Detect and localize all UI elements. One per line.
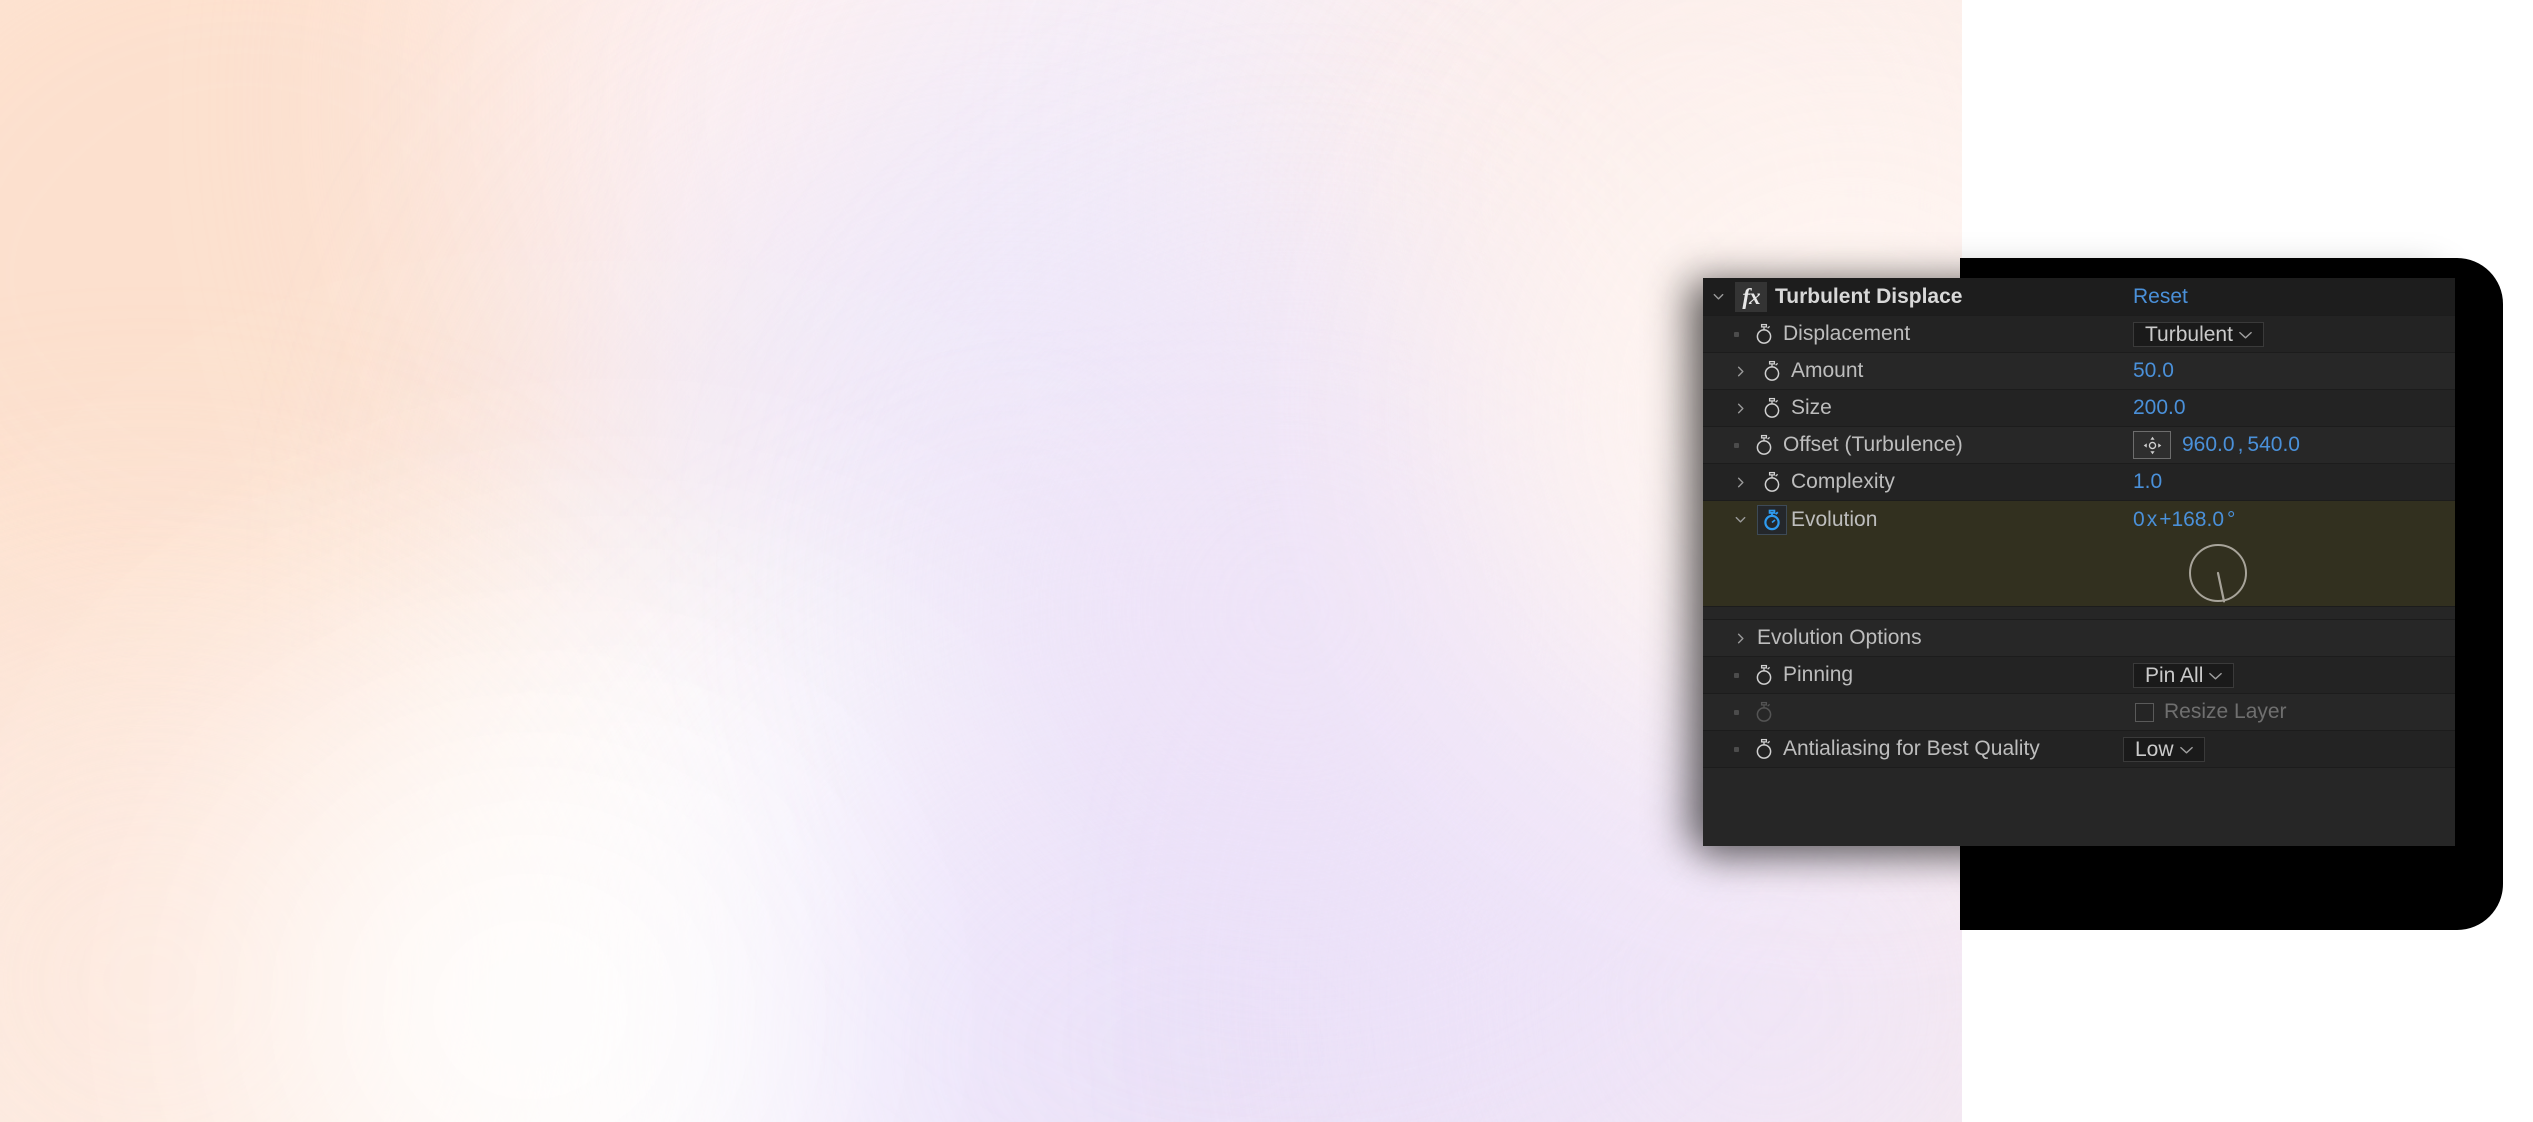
twirl-chevron-right-icon-evolution-options[interactable] <box>1725 631 1755 646</box>
angle-dial-icon[interactable] <box>2187 542 2249 610</box>
effect-header-value-col: Reset <box>2133 278 2455 315</box>
resize-layer-label: Resize Layer <box>2164 700 2287 723</box>
property-row-resize-layer: Resize Layer <box>1703 694 2455 731</box>
displacement-select-wrapper[interactable]: Turbulent <box>2133 320 2264 349</box>
panel-empty-area <box>1703 768 2455 806</box>
no-twirl-dot <box>1725 331 1747 337</box>
evolution-angle-dial-area[interactable] <box>1703 538 2455 607</box>
property-row-offset-turbulence[interactable]: Offset (Turbulence) 960.0 , 540.0 <box>1703 427 2455 464</box>
value-amount[interactable]: 50.0 <box>2133 359 2174 383</box>
value-cell-complexity: 1.0 <box>2133 464 2455 500</box>
value-evolution-degree-symbol: ° <box>2227 507 2236 531</box>
value-cell-displacement: Turbulent <box>2133 316 2455 352</box>
antialiasing-select[interactable]: Low <box>2123 736 2205 762</box>
twirl-chevron-right-icon-amount[interactable] <box>1725 364 1755 379</box>
effect-title: Turbulent Displace <box>1775 284 1963 308</box>
property-label-displacement: Displacement <box>1783 322 1911 345</box>
value-cell-pinning: Pin All <box>2133 657 2455 693</box>
stopwatch-active-box <box>1757 504 1787 535</box>
value-evolution-revolutions[interactable]: 0 <box>2133 508 2145 532</box>
stopwatch-icon-active-evolution[interactable] <box>1755 504 1789 535</box>
effect-twirl-chevron-down-icon[interactable] <box>1703 289 1733 304</box>
stopwatch-icon-dim-resize-layer <box>1747 701 1781 723</box>
pinning-select[interactable]: Pin All <box>2133 662 2235 688</box>
property-row-complexity[interactable]: Complexity 1.0 <box>1703 464 2455 501</box>
stopwatch-icon-pinning[interactable] <box>1747 664 1781 686</box>
value-cell-size: 200.0 <box>2133 390 2455 426</box>
stopwatch-icon-size[interactable] <box>1755 397 1789 419</box>
value-size[interactable]: 200.0 <box>2133 396 2186 420</box>
no-twirl-dot <box>1725 709 1747 715</box>
property-row-antialiasing-for-best-quality[interactable]: Antialiasing for Best Quality Low <box>1703 731 2455 768</box>
twirl-chevron-down-icon-evolution[interactable] <box>1725 512 1755 527</box>
value-cell-evolution: 0 x +168.0 ° <box>2133 501 2455 538</box>
value-evolution-degrees[interactable]: +168.0 <box>2159 508 2224 532</box>
value-cell-antialiasing: Low <box>2123 731 2455 767</box>
effect-header-row[interactable]: fx Turbulent Displace Reset <box>1703 278 2455 316</box>
value-offset-separator: , <box>2237 433 2244 456</box>
property-label-complexity: Complexity <box>1791 470 1895 493</box>
property-label-evolution-options: Evolution Options <box>1757 626 1922 649</box>
reset-button[interactable]: Reset <box>2133 285 2188 309</box>
stopwatch-icon-amount[interactable] <box>1755 360 1789 382</box>
property-label-evolution: Evolution <box>1791 507 1878 531</box>
value-offset-x[interactable]: 960.0 <box>2182 433 2235 457</box>
property-row-size[interactable]: Size 200.0 <box>1703 390 2455 427</box>
stopwatch-icon-complexity[interactable] <box>1755 471 1789 493</box>
composition-preview <box>0 0 1962 1122</box>
property-row-amount[interactable]: Amount 50.0 <box>1703 353 2455 390</box>
pinning-select-wrapper[interactable]: Pin All <box>2133 661 2235 690</box>
property-row-displacement[interactable]: Displacement Turbulent <box>1703 316 2455 353</box>
twirl-chevron-right-icon-size[interactable] <box>1725 401 1755 416</box>
effect-controls-panel: fx Turbulent Displace Reset Displacement… <box>1703 278 2455 846</box>
value-cell-offset-turbulence: 960.0 , 540.0 <box>2133 427 2455 463</box>
no-twirl-dot <box>1725 746 1747 752</box>
stopwatch-icon-offset-turbulence[interactable] <box>1747 434 1781 456</box>
resize-layer-checkbox[interactable] <box>2135 702 2154 722</box>
property-row-evolution-options[interactable]: Evolution Options <box>1703 620 2455 657</box>
property-label-antialiasing-for-best-quality: Antialiasing for Best Quality <box>1783 737 2040 760</box>
stopwatch-icon-antialiasing[interactable] <box>1747 738 1781 760</box>
value-offset-y[interactable]: 540.0 <box>2247 433 2300 457</box>
property-label-size: Size <box>1791 396 1832 419</box>
property-row-evolution[interactable]: Evolution 0 x +168.0 ° <box>1703 501 2455 538</box>
displacement-select[interactable]: Turbulent <box>2133 321 2264 347</box>
twirl-chevron-right-icon-complexity[interactable] <box>1725 475 1755 490</box>
value-cell-amount: 50.0 <box>2133 353 2455 389</box>
value-evolution-x: x <box>2146 507 2158 531</box>
fx-icon: fx <box>1735 281 1767 312</box>
no-twirl-dot <box>1725 442 1747 448</box>
property-label-offset-turbulence: Offset (Turbulence) <box>1783 433 1963 456</box>
value-cell-resize-layer: Resize Layer <box>2135 694 2455 730</box>
no-twirl-dot <box>1725 672 1747 678</box>
antialiasing-select-wrapper[interactable]: Low <box>2123 735 2205 764</box>
stopwatch-icon-displacement[interactable] <box>1747 323 1781 345</box>
value-complexity[interactable]: 1.0 <box>2133 470 2162 494</box>
panel-gap <box>1703 607 2455 620</box>
property-label-pinning: Pinning <box>1783 663 1854 686</box>
property-label-amount: Amount <box>1791 359 1864 382</box>
property-row-pinning[interactable]: Pinning Pin All <box>1703 657 2455 694</box>
position-crosshair-icon-button[interactable] <box>2133 431 2171 459</box>
